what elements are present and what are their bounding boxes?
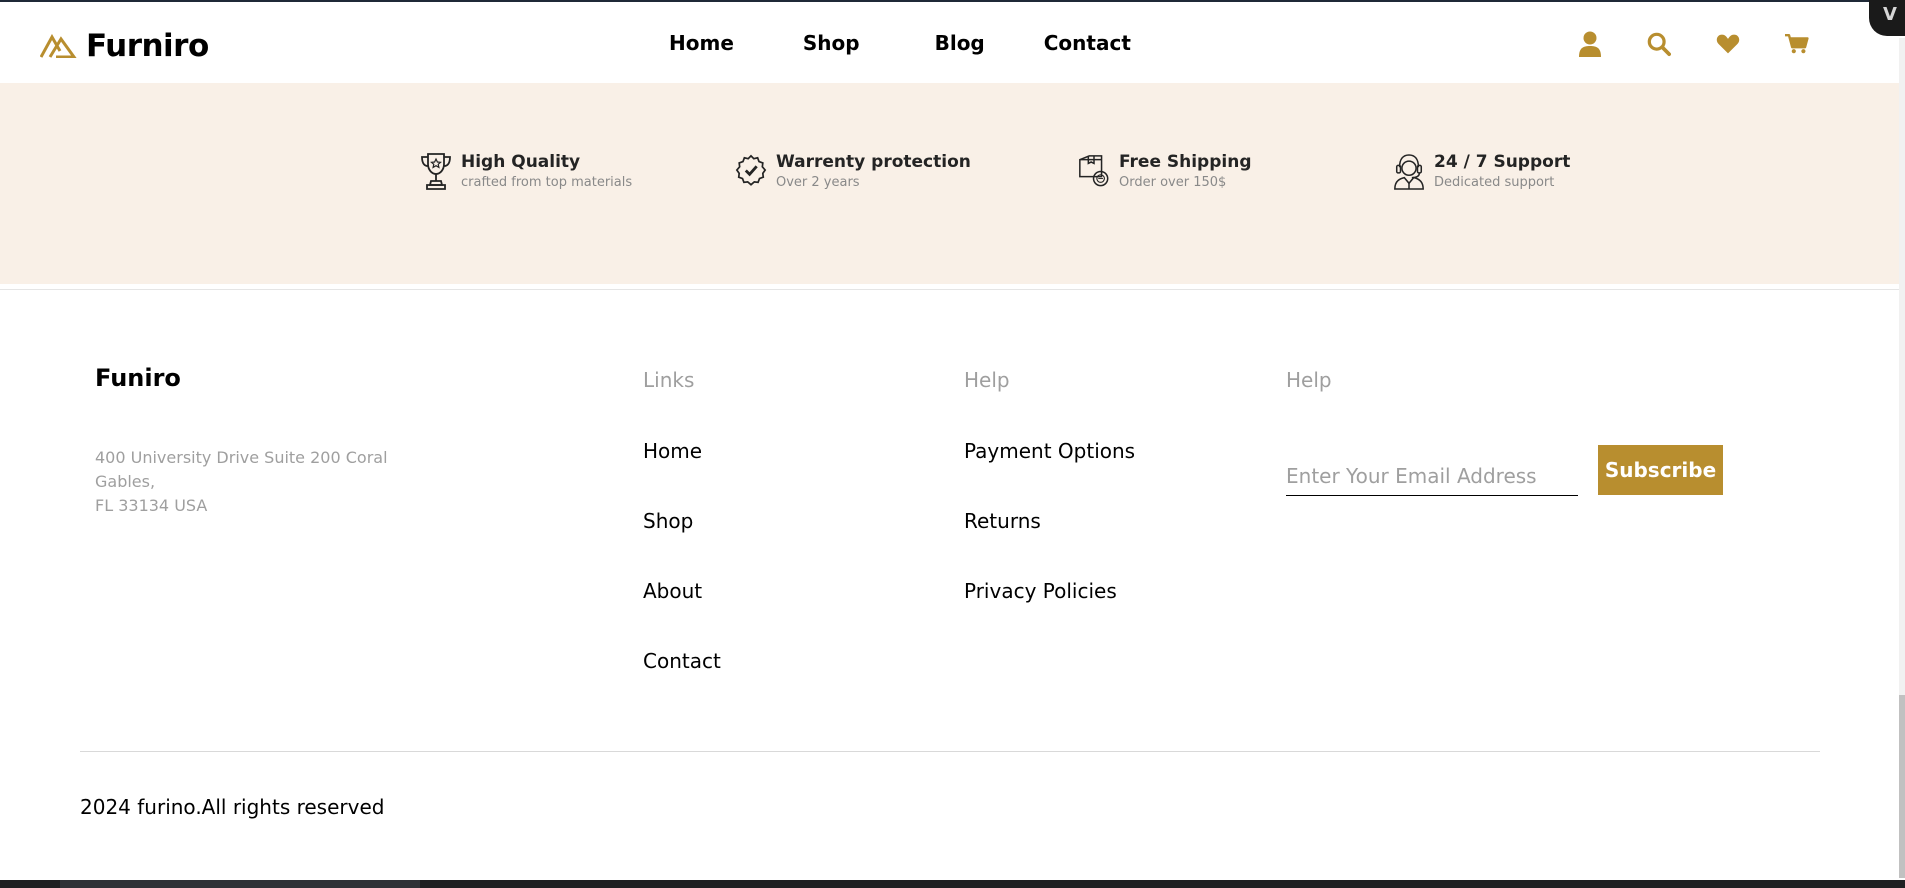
section-divider: [0, 289, 1900, 290]
footer-brand: Funiro: [95, 364, 181, 392]
feature-title: Warrenty protection: [776, 152, 971, 172]
address-line: FL 33134 USA: [95, 496, 208, 515]
nav-contact[interactable]: Contact: [1044, 31, 1131, 55]
cart-icon[interactable]: [1785, 30, 1809, 58]
feature-high-quality: High Quality crafted from top materials: [419, 151, 632, 191]
address-line: 400 University Drive Suite 200 Coral: [95, 448, 388, 467]
feature-title: 24 / 7 Support: [1434, 152, 1571, 172]
feature-subtitle: Dedicated support: [1434, 175, 1555, 190]
feature-subtitle: Order over 150$: [1119, 175, 1227, 190]
footer-link-home[interactable]: Home: [643, 439, 702, 463]
feature-title: Free Shipping: [1119, 152, 1252, 172]
footer-address: 400 University Drive Suite 200 Coral Gab…: [95, 446, 405, 518]
nav-shop[interactable]: Shop: [803, 31, 860, 55]
taskbar-item[interactable]: [60, 880, 420, 888]
footer-divider: [80, 751, 1820, 752]
feature-title: High Quality: [461, 152, 581, 172]
feature-subtitle: Over 2 years: [776, 175, 860, 190]
feature-support: 24 / 7 Support Dedicated support: [1392, 151, 1570, 191]
chevron-down-icon[interactable]: V: [1869, 0, 1905, 36]
footer-link-shop[interactable]: Shop: [643, 509, 693, 533]
site-header: Furniro Home Shop Blog Contact: [0, 2, 1900, 83]
feature-warranty: Warrenty protection Over 2 years: [734, 151, 971, 191]
help-link-privacy-policies[interactable]: Privacy Policies: [964, 579, 1117, 603]
help-link-returns[interactable]: Returns: [964, 509, 1041, 533]
scrollbar-thumb[interactable]: [1899, 695, 1905, 878]
support-agent-icon: [1392, 151, 1426, 191]
links-heading: Links: [643, 368, 695, 392]
site-logo[interactable]: Furniro: [40, 28, 209, 64]
heart-icon[interactable]: [1716, 30, 1740, 58]
badge-check-icon: [734, 151, 768, 191]
copyright-text: 2024 furino.All rights reserved: [80, 795, 385, 819]
feature-subtitle: crafted from top materials: [461, 175, 633, 190]
nav-home[interactable]: Home: [669, 31, 734, 55]
footer-link-contact[interactable]: Contact: [643, 649, 721, 673]
shipping-box-icon: [1077, 151, 1111, 191]
address-line: Gables,: [95, 472, 156, 491]
nav-blog[interactable]: Blog: [935, 31, 985, 55]
help-link-payment-options[interactable]: Payment Options: [964, 439, 1135, 463]
footer-link-about[interactable]: About: [643, 579, 702, 603]
user-icon[interactable]: [1578, 30, 1602, 58]
subscribe-button[interactable]: Subscribe: [1598, 445, 1723, 495]
logo-mark-icon: [40, 34, 77, 58]
newsletter-heading: Help: [1286, 368, 1332, 392]
search-icon[interactable]: [1647, 30, 1671, 58]
header-actions: [1578, 30, 1809, 58]
features-band: High Quality crafted from top materials …: [0, 83, 1900, 284]
logo-text: Furniro: [86, 28, 209, 64]
email-input[interactable]: [1286, 456, 1578, 496]
feature-free-shipping: Free Shipping Order over 150$: [1077, 151, 1252, 191]
trophy-icon: [419, 151, 453, 191]
main-nav: Home Shop Blog Contact: [669, 31, 1131, 55]
help-heading: Help: [964, 368, 1010, 392]
